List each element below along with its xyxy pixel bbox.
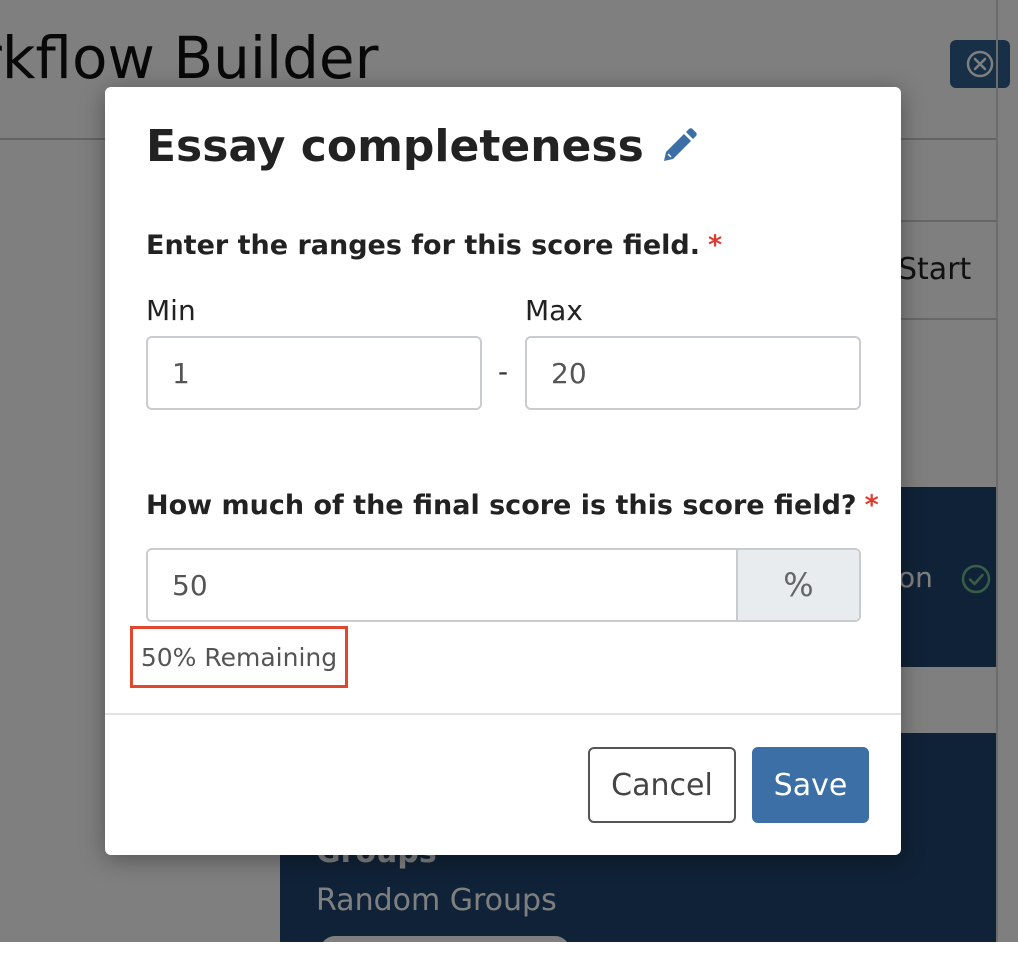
save-button[interactable]: Save	[752, 747, 869, 823]
remaining-highlight: 50% Remaining	[130, 626, 348, 688]
modal-footer-divider	[105, 713, 901, 715]
weight-label: How much of the final score is this scor…	[146, 490, 879, 521]
remaining-text: 50% Remaining	[140, 642, 338, 672]
weight-label-text: How much of the final score is this scor…	[146, 490, 857, 521]
cancel-button[interactable]: Cancel	[588, 747, 736, 823]
max-input[interactable]	[525, 336, 861, 410]
ranges-label-text: Enter the ranges for this score field.	[146, 230, 700, 261]
modal-title-text: Essay completeness	[146, 121, 644, 172]
range-separator: -	[498, 355, 509, 388]
min-label: Min	[146, 294, 196, 327]
pencil-icon[interactable]	[658, 127, 698, 167]
weight-input[interactable]	[148, 550, 736, 620]
percent-addon: %	[736, 550, 859, 620]
ranges-label: Enter the ranges for this score field. *	[146, 230, 722, 261]
required-marker: *	[708, 230, 723, 261]
max-label: Max	[525, 294, 583, 327]
weight-input-group: %	[146, 548, 861, 622]
min-input[interactable]	[146, 336, 482, 410]
modal-title: Essay completeness	[146, 121, 698, 172]
score-field-modal: Essay completeness Enter the ranges for …	[105, 87, 901, 855]
required-marker: *	[864, 490, 879, 521]
